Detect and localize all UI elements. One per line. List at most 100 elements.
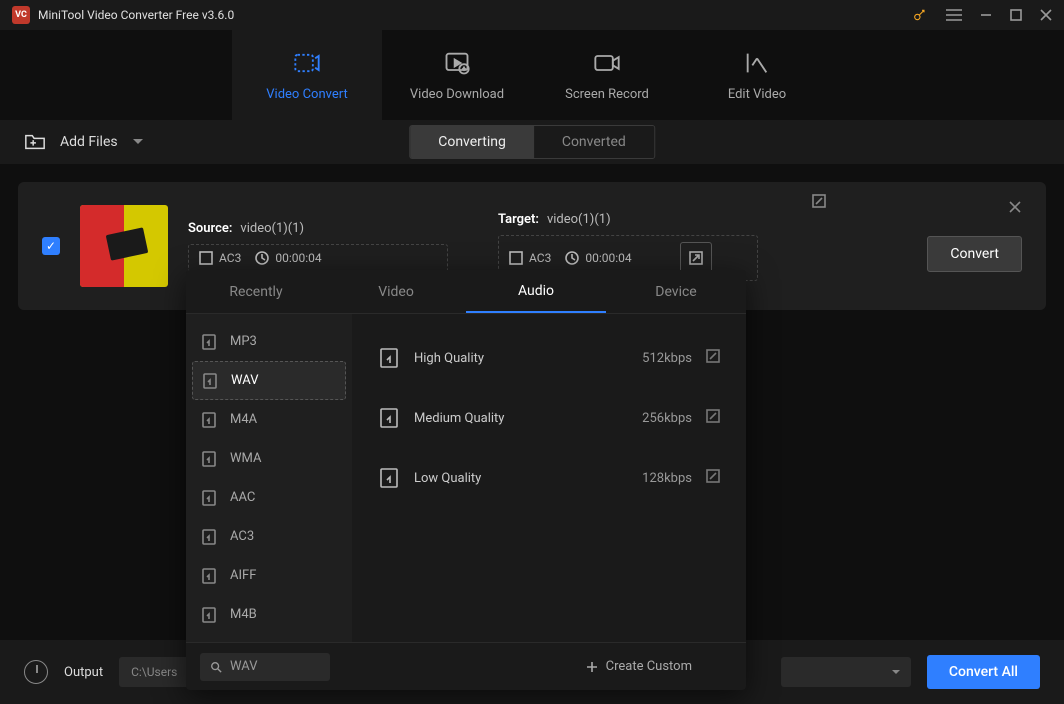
quality-name: Low Quality bbox=[414, 471, 598, 486]
target-name: video(1)(1) bbox=[547, 212, 611, 227]
output-path-text: C:\Users bbox=[131, 665, 177, 679]
format-label: WMA bbox=[230, 451, 261, 466]
format-label: M4A bbox=[230, 412, 257, 427]
source-codec-box: AC3 00:00:04 bbox=[188, 244, 448, 272]
nav-screen-record[interactable]: Screen Record bbox=[532, 30, 682, 120]
title-left: VC MiniTool Video Converter Free v3.6.0 bbox=[12, 6, 234, 24]
tab-converted[interactable]: Converted bbox=[534, 126, 654, 158]
source-name: video(1)(1) bbox=[240, 221, 304, 236]
quality-name: High Quality bbox=[414, 351, 598, 366]
app-logo-icon: VC bbox=[12, 6, 30, 24]
format-label: WAV bbox=[231, 373, 258, 388]
quality-edit-icon[interactable] bbox=[706, 409, 720, 427]
format-item-m4b[interactable]: M4B bbox=[186, 595, 352, 634]
create-custom-label: Create Custom bbox=[606, 659, 692, 674]
format-label: MP3 bbox=[230, 334, 257, 349]
format-label: M4B bbox=[230, 607, 257, 622]
quality-bitrate: 128kbps bbox=[612, 471, 692, 486]
source-codec: AC3 bbox=[219, 251, 241, 265]
menu-icon[interactable] bbox=[946, 9, 962, 21]
format-item-aiff[interactable]: AIFF bbox=[186, 556, 352, 595]
quality-item[interactable]: High Quality 512kbps bbox=[370, 328, 728, 388]
nav-label: Video Convert bbox=[266, 87, 347, 102]
format-item-m4a[interactable]: M4A bbox=[186, 400, 352, 439]
edit-file-icon[interactable] bbox=[812, 194, 826, 212]
target-label: Target: bbox=[498, 212, 539, 227]
source-duration: 00:00:04 bbox=[275, 251, 321, 265]
toolbar: Add Files Converting Converted bbox=[0, 120, 1064, 164]
output-label: Output bbox=[64, 665, 103, 680]
convert-button[interactable]: Convert bbox=[927, 236, 1022, 272]
quality-item[interactable]: Medium Quality256kbps bbox=[370, 388, 728, 448]
target-codec: AC3 bbox=[529, 251, 551, 265]
create-custom-button[interactable]: Create Custom bbox=[586, 659, 692, 674]
quality-file-icon bbox=[378, 347, 400, 369]
app-title: MiniTool Video Converter Free v3.6.0 bbox=[38, 8, 234, 22]
tab-video[interactable]: Video bbox=[326, 270, 466, 313]
nav-edit-video[interactable]: Edit Video bbox=[682, 30, 832, 120]
upgrade-key-icon[interactable] bbox=[912, 7, 928, 23]
add-files-label: Add Files bbox=[60, 134, 118, 150]
tab-audio[interactable]: Audio bbox=[466, 270, 606, 313]
remove-file-icon[interactable] bbox=[1008, 200, 1022, 218]
add-dropdown-icon[interactable] bbox=[132, 135, 144, 150]
add-folder-icon bbox=[24, 132, 46, 152]
output-format-dropdown[interactable] bbox=[781, 657, 911, 687]
quality-edit-icon[interactable] bbox=[706, 349, 720, 367]
nav-label: Edit Video bbox=[728, 87, 786, 102]
title-bar: VC MiniTool Video Converter Free v3.6.0 bbox=[0, 0, 1064, 30]
plus-icon bbox=[586, 661, 598, 673]
audio-codec-icon bbox=[199, 251, 213, 265]
format-popup: Recently Video Audio Device MP3 WAV M4A WMA… bbox=[186, 270, 746, 690]
tab-converting[interactable]: Converting bbox=[410, 126, 534, 158]
format-search-input[interactable]: WAV bbox=[200, 653, 330, 681]
nav-video-download[interactable]: Video Download bbox=[382, 30, 532, 120]
format-item-mp3[interactable]: MP3 bbox=[186, 322, 352, 361]
search-value: WAV bbox=[230, 659, 257, 674]
format-file-icon bbox=[200, 333, 218, 351]
quality-file-icon bbox=[378, 467, 400, 489]
quality-file-icon bbox=[378, 407, 400, 429]
target-duration: 00:00:04 bbox=[585, 251, 631, 265]
tab-recently[interactable]: Recently bbox=[186, 270, 326, 313]
record-icon bbox=[593, 49, 621, 77]
quality-bitrate: 512kbps bbox=[612, 351, 692, 366]
format-file-icon bbox=[200, 489, 218, 507]
download-icon bbox=[443, 49, 471, 77]
popup-footer: WAV Create Custom bbox=[186, 642, 746, 690]
format-file-icon bbox=[200, 606, 218, 624]
format-file-icon bbox=[200, 528, 218, 546]
add-files-button[interactable]: Add Files bbox=[24, 132, 118, 152]
maximize-icon[interactable] bbox=[1010, 9, 1022, 21]
convert-all-button[interactable]: Convert All bbox=[927, 655, 1040, 689]
audio-codec-icon bbox=[509, 251, 523, 265]
format-item-aac[interactable]: AAC bbox=[186, 478, 352, 517]
minimize-icon[interactable] bbox=[980, 9, 992, 21]
format-item-ac3[interactable]: AC3 bbox=[186, 517, 352, 556]
quality-list: High Quality 512kbps Medium Quality256kbps… bbox=[352, 314, 746, 642]
quality-item[interactable]: Low Quality 128kbps bbox=[370, 448, 728, 508]
main-nav: Video Convert Video Download Screen Reco… bbox=[0, 30, 1064, 120]
status-segment: Converting Converted bbox=[409, 125, 655, 159]
format-item-wma[interactable]: WMA bbox=[186, 439, 352, 478]
popup-body: MP3 WAV M4A WMA AAC AC3 AIFF M4B High Quality 51… bbox=[186, 314, 746, 642]
convert-icon bbox=[293, 49, 321, 77]
popup-tabs: Recently Video Audio Device bbox=[186, 270, 746, 314]
schedule-icon[interactable] bbox=[24, 660, 48, 684]
file-thumbnail bbox=[80, 205, 168, 287]
format-file-icon bbox=[200, 450, 218, 468]
tab-device[interactable]: Device bbox=[606, 270, 746, 313]
target-settings-icon[interactable] bbox=[680, 242, 712, 274]
format-list[interactable]: MP3 WAV M4A WMA AAC AC3 AIFF M4B bbox=[186, 314, 352, 642]
format-label: AC3 bbox=[230, 529, 254, 544]
clock-icon bbox=[255, 251, 269, 265]
nav-label: Screen Record bbox=[565, 87, 649, 102]
file-checkbox[interactable]: ✓ bbox=[42, 237, 60, 255]
close-icon[interactable] bbox=[1040, 9, 1052, 21]
format-item-wav[interactable]: WAV bbox=[192, 361, 346, 400]
quality-edit-icon[interactable] bbox=[706, 469, 720, 487]
clock-icon bbox=[565, 251, 579, 265]
quality-name: Medium Quality bbox=[414, 411, 598, 426]
nav-video-convert[interactable]: Video Convert bbox=[232, 30, 382, 120]
format-file-icon bbox=[201, 372, 219, 390]
